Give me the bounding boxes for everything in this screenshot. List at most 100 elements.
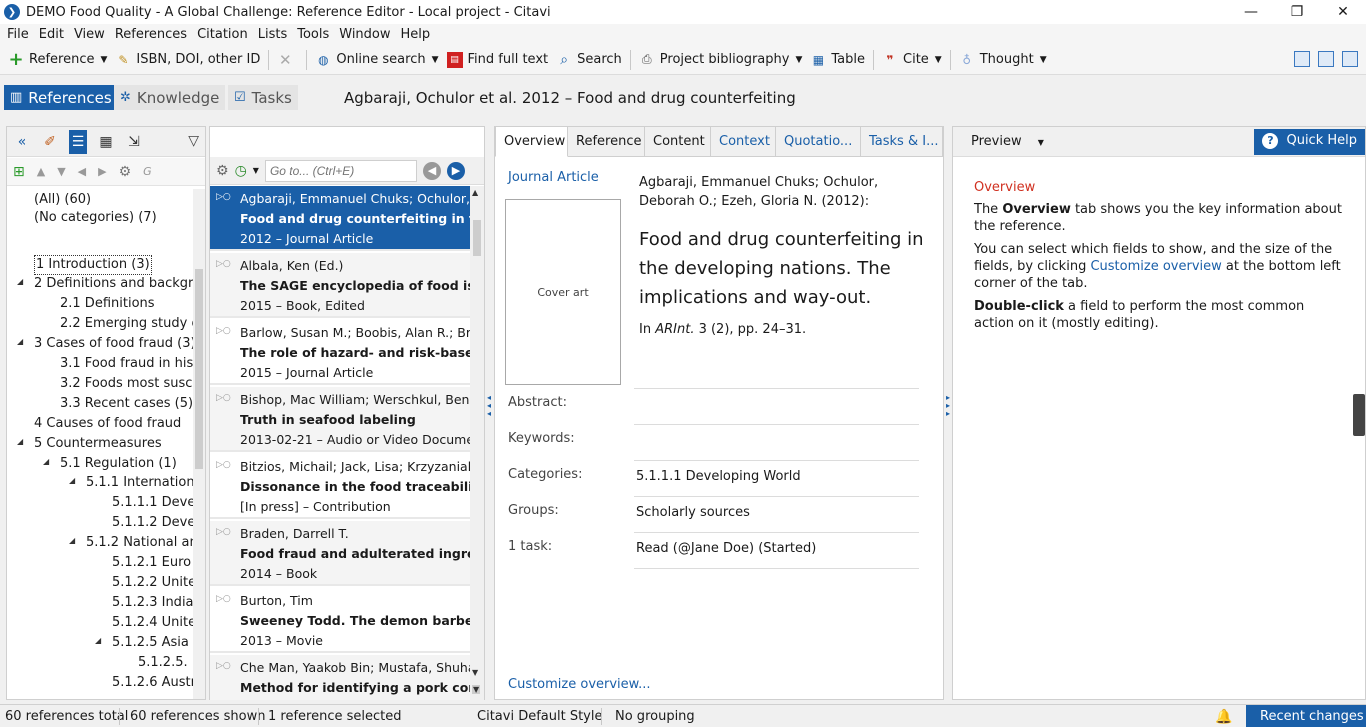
tab-tasks-ideas[interactable]: Tasks & I... [861, 127, 943, 157]
close-button[interactable]: ✕ [1320, 0, 1366, 24]
category-item[interactable]: 5.1.2.2 Unite [112, 574, 193, 592]
category-item[interactable]: 3.1 Food fraud in hist [60, 355, 193, 373]
reference-row[interactable]: ▷○ Barlow, Susan M.; Boobis, Alan R.; Br… [210, 320, 470, 385]
reference-row[interactable]: ▷○ Bitzios, Michail; Jack, Lisa; Krzyzan… [210, 454, 470, 519]
tab-reference[interactable]: Reference [568, 127, 645, 157]
citation-style-selector[interactable]: Citavi Default Style [477, 709, 602, 724]
thought-button[interactable]: ♁ Thought ▼ [955, 47, 1051, 73]
reference-type-link[interactable]: Journal Article [508, 170, 599, 185]
reference-row[interactable]: ▷○ Braden, Darrell T. Food fraud and adu… [210, 521, 470, 586]
customize-overview-link[interactable]: Customize overview... [508, 677, 651, 692]
tab-content[interactable]: Content [645, 127, 711, 157]
splitter-grip-icon[interactable]: ◂ ◂ ◂ [487, 394, 491, 418]
menu-references[interactable]: References [110, 27, 192, 42]
category-item[interactable]: 1 Introduction (3) [34, 255, 152, 275]
online-search-button[interactable]: ◍ Online search ▼ [311, 47, 442, 73]
category-item[interactable]: 2.2 Emerging study o [60, 315, 193, 333]
splitter-grip-icon[interactable]: ▸ ▸ ▸ [946, 394, 950, 418]
expand-triangle-icon[interactable]: ◢ [17, 277, 23, 286]
menu-edit[interactable]: Edit [34, 27, 69, 42]
scroll-end-icon[interactable]: ▼ [472, 685, 481, 694]
tab-context[interactable]: Context [711, 127, 776, 157]
keywords-icon[interactable]: ✐ [41, 134, 59, 150]
expand-triangle-icon[interactable]: ◢ [69, 536, 75, 545]
quick-help-button[interactable]: ? Quick Help [1254, 129, 1365, 155]
goto-input[interactable] [264, 159, 417, 182]
category-item[interactable]: 5.1.1.1 Devel [112, 494, 193, 512]
collapse-pane-icon[interactable]: « [13, 134, 31, 150]
menu-file[interactable]: File [2, 27, 34, 42]
customize-overview-help-link[interactable]: Customize overview [1090, 259, 1221, 274]
category-item[interactable]: 5.1 Regulation (1) [60, 455, 177, 473]
chevron-down-icon[interactable]: ▼ [253, 166, 259, 175]
settings-icon[interactable]: ⚙ [216, 163, 229, 179]
filter-icon[interactable]: ▽ [188, 133, 199, 149]
category-item[interactable]: 4 Causes of food fraud [34, 415, 181, 433]
recent-changes-button[interactable]: Recent changes [1246, 705, 1366, 727]
groups-view-icon[interactable]: ▦ [97, 134, 115, 150]
overview-field-keywords[interactable]: Keywords: [495, 425, 943, 461]
scroll-down-icon[interactable]: ▼ [472, 668, 478, 677]
isbn-button[interactable]: ✎ ISBN, DOI, other ID [111, 47, 264, 73]
category-search-icon[interactable]: G [143, 165, 152, 178]
scrollbar-thumb[interactable] [473, 220, 481, 256]
category-scrollbar[interactable] [193, 189, 205, 699]
history-icon[interactable]: ◷ [235, 163, 247, 179]
menu-lists[interactable]: Lists [253, 27, 293, 42]
overview-field-categories[interactable]: Categories: 5.1.1.1 Developing World [495, 461, 943, 497]
grouping-selector[interactable]: No grouping [615, 709, 695, 724]
menu-view[interactable]: View [69, 27, 110, 42]
category-item[interactable]: 5.1.2.3 India [112, 594, 193, 612]
cite-button[interactable]: ❞ Cite ▼ [878, 47, 946, 73]
category-item[interactable]: 5.1.2 National an [86, 534, 193, 552]
find-full-text-button[interactable]: ▤ Find full text [443, 47, 553, 73]
overview-field-abstract[interactable]: Abstract: [495, 389, 943, 425]
expand-triangle-icon[interactable]: ◢ [95, 636, 101, 645]
layout-right-icon[interactable] [1342, 51, 1358, 67]
preview-dropdown[interactable]: Preview ▼ [971, 134, 1044, 149]
scrollbar-thumb[interactable] [195, 269, 203, 469]
categories-view-icon[interactable]: ☰ [69, 129, 87, 154]
category-item[interactable]: 2.1 Definitions [60, 295, 155, 313]
back-arrow-icon[interactable]: ◀ [422, 161, 441, 180]
layout-split-icon[interactable] [1318, 51, 1334, 67]
overview-field-tasks[interactable]: 1 task: Read (@Jane Doe) (Started) [495, 533, 943, 569]
reference-row[interactable]: ▷○ Agbaraji, Emmanuel Chuks; Ochulor, Fo… [210, 186, 470, 251]
expand-triangle-icon[interactable]: ◢ [17, 337, 23, 346]
reference-row[interactable]: ▷○ Burton, Tim Sweeney Todd. The demon b… [210, 588, 470, 653]
layout-left-icon[interactable] [1294, 51, 1310, 67]
forward-arrow-icon[interactable]: ▶ [446, 161, 465, 180]
minimize-button[interactable]: — [1228, 0, 1274, 24]
bell-icon[interactable]: 🔔 [1215, 709, 1232, 725]
menu-window[interactable]: Window [334, 27, 395, 42]
table-button[interactable]: ▦ Table [806, 47, 869, 73]
maximize-button[interactable]: ❐ [1274, 0, 1320, 24]
reference-row[interactable]: ▷○ Albala, Ken (Ed.) The SAGE encycloped… [210, 253, 470, 318]
category-item[interactable]: 3 Cases of food fraud (3) [34, 335, 193, 353]
tab-overview[interactable]: Overview [495, 127, 568, 157]
move-left-icon[interactable]: ◀ [78, 165, 86, 178]
reference-row[interactable]: ▷○ Bishop, Mac William; Werschkul, Ben; … [210, 387, 470, 452]
category-item[interactable]: 3.3 Recent cases (5) [60, 395, 193, 413]
overview-field-groups[interactable]: Groups: Scholarly sources [495, 497, 943, 533]
side-grip-icon[interactable] [1353, 394, 1365, 436]
nav-tasks-button[interactable]: ☑ Tasks [228, 85, 298, 110]
menu-citation[interactable]: Citation [192, 27, 253, 42]
category-item[interactable]: 3.2 Foods most susce [60, 375, 193, 393]
reference-list-scrollbar[interactable]: ▲ ▼ ▼ [470, 186, 484, 700]
menu-tools[interactable]: Tools [292, 27, 334, 42]
category-item[interactable]: 5 Countermeasures [34, 435, 162, 453]
add-reference-button[interactable]: + Reference ▼ [4, 47, 111, 73]
menu-help[interactable]: Help [396, 27, 436, 42]
category-item[interactable]: 5.1.1.2 Devel [112, 514, 193, 532]
category-item[interactable]: (No categories) (7) [34, 209, 157, 227]
category-item[interactable]: 5.1.2.5. [138, 654, 188, 672]
expand-triangle-icon[interactable]: ◢ [43, 457, 49, 466]
nav-references-button[interactable]: ▥ References [4, 85, 118, 110]
tab-quotations[interactable]: Quotatio... [776, 127, 861, 157]
delete-button[interactable]: ✕ [273, 47, 302, 73]
expand-triangle-icon[interactable]: ◢ [17, 437, 23, 446]
settings-icon[interactable]: ⚙ [119, 164, 132, 180]
search-button[interactable]: ⌕ Search [552, 47, 626, 73]
add-category-icon[interactable]: ⊞ [13, 164, 25, 180]
